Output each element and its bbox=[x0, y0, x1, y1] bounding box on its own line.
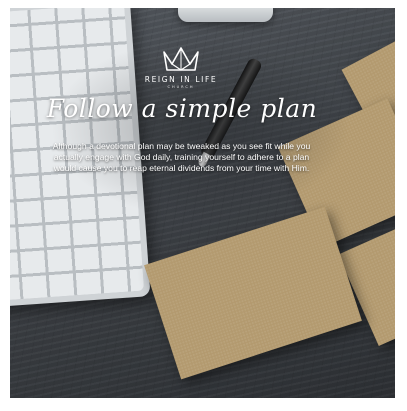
device-image bbox=[178, 8, 273, 22]
text-shade bbox=[50, 38, 350, 218]
graphic-frame: REIGN IN LIFE CHURCH Follow a simple pla… bbox=[10, 8, 395, 398]
headline: Follow a simple plan bbox=[46, 94, 318, 123]
brand-subtitle: CHURCH bbox=[167, 85, 195, 89]
brand-name: REIGN IN LIFE bbox=[144, 75, 218, 84]
body-text: Although a devotional plan may be tweake… bbox=[52, 141, 311, 173]
crown-icon bbox=[163, 47, 199, 71]
